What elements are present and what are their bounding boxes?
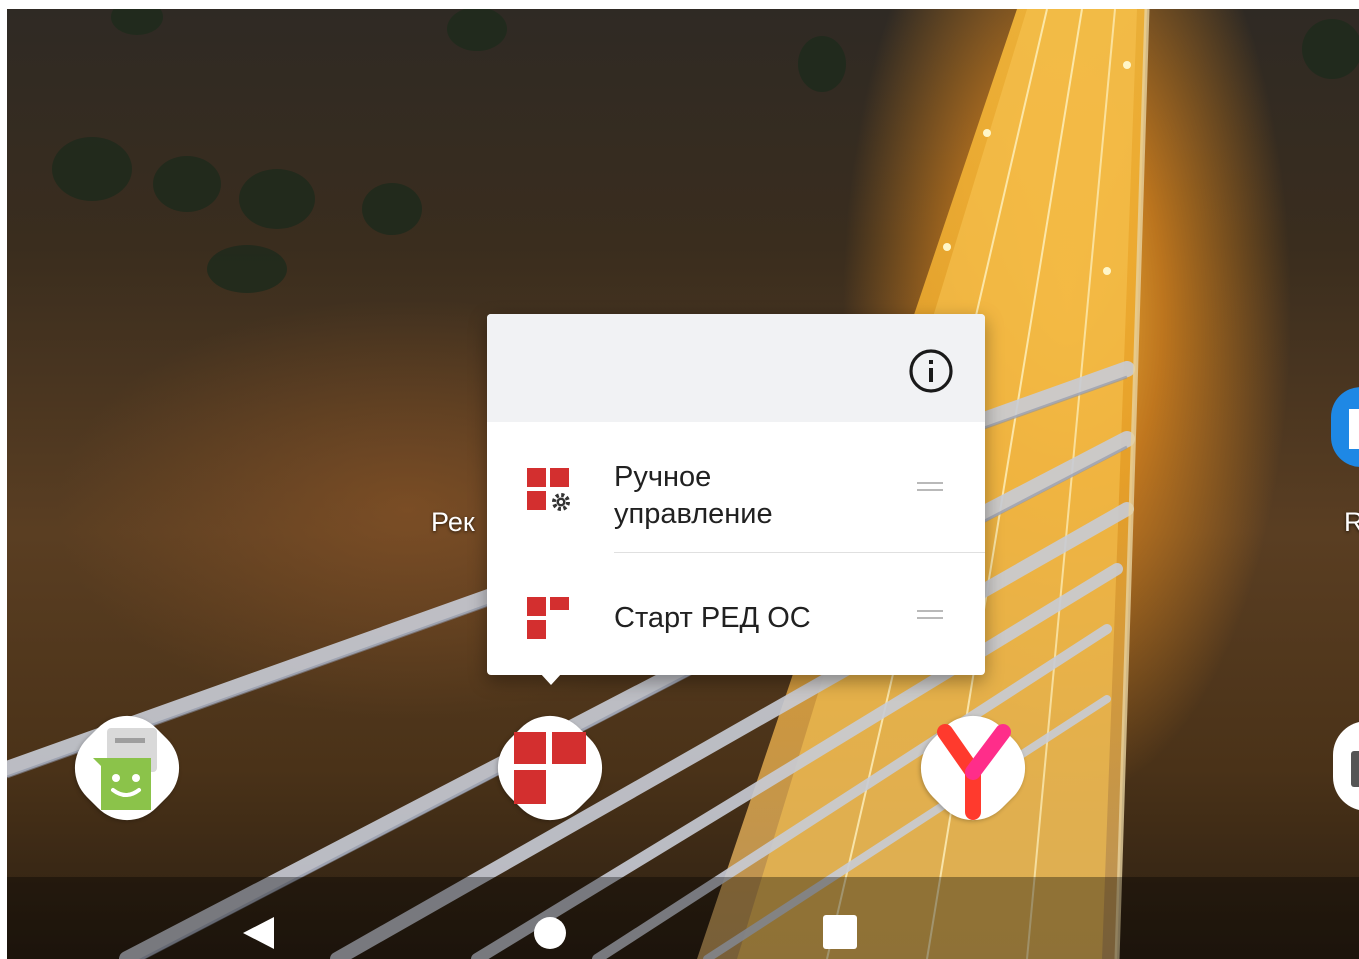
shortcut-label: Старт РЕД ОС — [614, 602, 811, 634]
left-app-label[interactable]: Рек — [431, 507, 475, 538]
back-button[interactable] — [219, 877, 299, 959]
drag-handle[interactable] — [917, 482, 943, 492]
shortcut-start-red-os[interactable]: Старт РЕД ОС — [487, 553, 985, 679]
yandex-browser-icon[interactable] — [903, 698, 1043, 838]
back-icon — [243, 917, 274, 949]
info-icon — [909, 349, 953, 393]
red-os-icon — [527, 597, 569, 639]
home-button[interactable] — [510, 877, 590, 959]
popup-header — [487, 314, 985, 422]
app-shortcuts-popup: Ручное управление Старт РЕД ОС — [487, 314, 985, 675]
shortcut-label-line1: Ручное — [614, 461, 712, 493]
shortcut-manual-control[interactable]: Ручное управление — [487, 426, 985, 552]
messaging-app-icon[interactable] — [57, 698, 197, 838]
shortcut-label-line2: управление — [614, 498, 773, 530]
red-os-app-icon[interactable] — [480, 698, 620, 838]
navigation-bar — [7, 877, 1359, 959]
recents-button[interactable] — [800, 877, 880, 959]
app-info-button[interactable] — [907, 347, 955, 395]
recents-icon — [823, 915, 857, 949]
home-icon — [534, 917, 566, 949]
right-app-label[interactable]: R — [1344, 507, 1359, 538]
red-os-settings-icon — [527, 468, 570, 511]
home-screen: Рек R Ручное управление Старт РЕД ОС — [7, 9, 1359, 959]
drag-handle[interactable] — [917, 610, 943, 620]
popup-arrow — [540, 673, 562, 685]
